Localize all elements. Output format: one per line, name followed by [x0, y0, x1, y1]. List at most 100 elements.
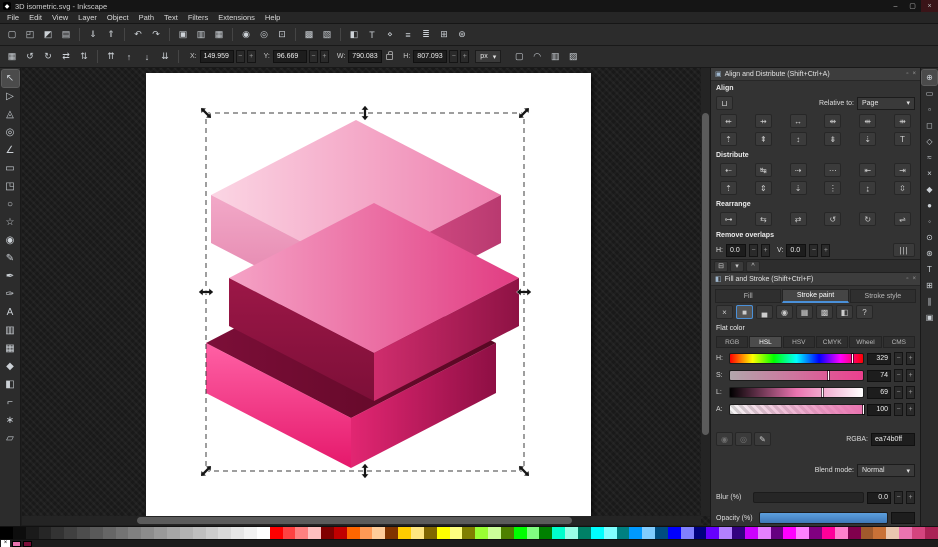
spiral-tool-icon[interactable]: ◉ — [2, 232, 19, 249]
palette-swatch[interactable] — [411, 527, 424, 539]
palette-swatch[interactable] — [462, 527, 475, 539]
rearrange-graph-icon[interactable]: ⊶ — [720, 212, 737, 226]
horizontal-scrollbar[interactable] — [22, 516, 701, 525]
eraser-tool-icon[interactable]: ▱ — [2, 430, 19, 447]
alpha-decrement-button[interactable]: − — [894, 403, 903, 416]
gradient-tool-icon[interactable]: ▥ — [2, 322, 19, 339]
distribute-left-anchor-icon[interactable]: ⇤ — [859, 163, 876, 177]
text-tool-icon[interactable]: A — [2, 304, 19, 321]
scale-pattern-toggle-icon[interactable]: ▨ — [565, 49, 581, 65]
unit-dropdown[interactable]: px ▾ — [475, 50, 501, 63]
menu-edit[interactable]: Edit — [24, 13, 47, 22]
tab-stroke-style[interactable]: Stroke style — [850, 289, 916, 303]
menu-file[interactable]: File — [2, 13, 24, 22]
canvas[interactable] — [22, 68, 710, 525]
palette-swatch[interactable] — [77, 527, 90, 539]
paint-bucket-tool-icon[interactable]: ◧ — [2, 376, 19, 393]
vertical-scrollbar[interactable] — [701, 68, 710, 516]
snap-text-baselines-icon[interactable]: T — [922, 262, 937, 277]
box3d-tool-icon[interactable]: ◳ — [2, 178, 19, 195]
flip-horizontal-icon[interactable]: ⇄ — [58, 49, 74, 65]
palette-swatch[interactable] — [565, 527, 578, 539]
distribute-gaps-h-icon[interactable]: ⋯ — [824, 163, 841, 177]
saturation-slider[interactable] — [729, 370, 864, 381]
palette-swatch[interactable] — [244, 527, 257, 539]
import-icon[interactable]: ⇓ — [85, 27, 101, 43]
palette-swatch[interactable] — [270, 527, 283, 539]
hue-decrement-button[interactable]: − — [894, 352, 903, 365]
fill-rule-evenodd-icon[interactable]: ◎ — [735, 432, 752, 446]
pen-tool-icon[interactable]: ✒ — [2, 268, 19, 285]
no-color-indicator[interactable]: × — [1, 540, 10, 547]
palette-swatch[interactable] — [629, 527, 642, 539]
zoom-page-icon[interactable]: ⊡ — [274, 27, 290, 43]
palette-swatch[interactable] — [167, 527, 180, 539]
overlap-h-decrement-button[interactable]: − — [749, 244, 758, 257]
star-tool-icon[interactable]: ☆ — [2, 214, 19, 231]
maximize-button[interactable]: ▢ — [904, 0, 921, 12]
snap-rotation-centers-icon[interactable]: ⊛ — [922, 246, 937, 261]
palette-swatch[interactable] — [295, 527, 308, 539]
hue-slider-marker[interactable] — [852, 354, 853, 363]
vertical-scrollbar-thumb[interactable] — [702, 113, 709, 436]
palette-swatch[interactable] — [655, 527, 668, 539]
randomize-positions-icon[interactable]: ⇌ — [894, 212, 911, 226]
distribute-bottom-anchor-icon[interactable]: ⇳ — [894, 181, 911, 195]
rotate-90-cw-icon[interactable]: ↻ — [859, 212, 876, 226]
palette-swatch[interactable] — [308, 527, 321, 539]
panel-close-button[interactable]: × — [912, 276, 916, 282]
color-tab-hsv[interactable]: HSV — [783, 336, 815, 348]
palette-swatch[interactable] — [796, 527, 809, 539]
snap-smooth-nodes-icon[interactable]: ● — [922, 198, 937, 213]
blur-increment-button[interactable]: + — [906, 491, 915, 504]
distribute-centers-h-icon[interactable]: ↹ — [755, 163, 772, 177]
palette-swatch[interactable] — [424, 527, 437, 539]
palette-swatch[interactable] — [231, 527, 244, 539]
palette-swatch[interactable] — [51, 527, 64, 539]
palette-swatch[interactable] — [39, 527, 52, 539]
paint-flat-color-icon[interactable]: ■ — [736, 305, 753, 319]
height-increment-button[interactable]: + — [460, 50, 469, 63]
remove-overlaps-button[interactable]: ||| — [893, 243, 915, 257]
redo-icon[interactable]: ↷ — [148, 27, 164, 43]
palette-swatch[interactable] — [26, 527, 39, 539]
dock-expand-icon[interactable]: ^ — [746, 261, 760, 272]
open-document-icon[interactable]: ◰ — [22, 27, 38, 43]
palette-swatch[interactable] — [925, 527, 938, 539]
color-tab-wheel[interactable]: Wheel — [849, 336, 881, 348]
saturation-decrement-button[interactable]: − — [894, 369, 903, 382]
paint-unknown-icon[interactable]: ? — [856, 305, 873, 319]
document-properties-icon[interactable]: ⊞ — [436, 27, 452, 43]
distribute-top-edges-icon[interactable]: ⇡ — [720, 181, 737, 195]
paint-mesh-gradient-icon[interactable]: ◧ — [836, 305, 853, 319]
menu-filters[interactable]: Filters — [183, 13, 213, 22]
snap-guides-icon[interactable]: ∥ — [922, 294, 937, 309]
align-left-anchor-icon[interactable]: ⇷ — [720, 114, 737, 128]
paint-swatch-icon[interactable]: ▩ — [816, 305, 833, 319]
layers-dialog-icon[interactable]: ≣ — [418, 27, 434, 43]
palette-swatch[interactable] — [360, 527, 373, 539]
palette-swatch[interactable] — [116, 527, 129, 539]
flip-vertical-icon[interactable]: ⇅ — [76, 49, 92, 65]
palette-swatch[interactable] — [64, 527, 77, 539]
palette-swatch[interactable] — [385, 527, 398, 539]
palette-swatch[interactable] — [488, 527, 501, 539]
palette-swatch[interactable] — [758, 527, 771, 539]
palette-swatch[interactable] — [809, 527, 822, 539]
palette-swatch[interactable] — [668, 527, 681, 539]
palette-swatch[interactable] — [771, 527, 784, 539]
snap-master-toggle-icon[interactable]: ⊕ — [922, 70, 937, 85]
opacity-slider[interactable] — [759, 512, 888, 524]
menu-path[interactable]: Path — [134, 13, 159, 22]
paint-pattern-icon[interactable]: ▦ — [796, 305, 813, 319]
ungroup-icon[interactable]: ▧ — [319, 27, 335, 43]
palette-swatch[interactable] — [90, 527, 103, 539]
preferences-icon[interactable]: ⊛ — [454, 27, 470, 43]
rotate-90-ccw-icon[interactable]: ↺ — [824, 212, 841, 226]
scale-stroke-toggle-icon[interactable]: ▢ — [511, 49, 527, 65]
palette-swatch[interactable] — [514, 527, 527, 539]
stroke-style-indicator[interactable] — [23, 541, 32, 547]
selection-handle-nw[interactable] — [198, 105, 214, 121]
saturation-value[interactable]: 74 — [867, 370, 891, 382]
palette-swatch[interactable] — [154, 527, 167, 539]
